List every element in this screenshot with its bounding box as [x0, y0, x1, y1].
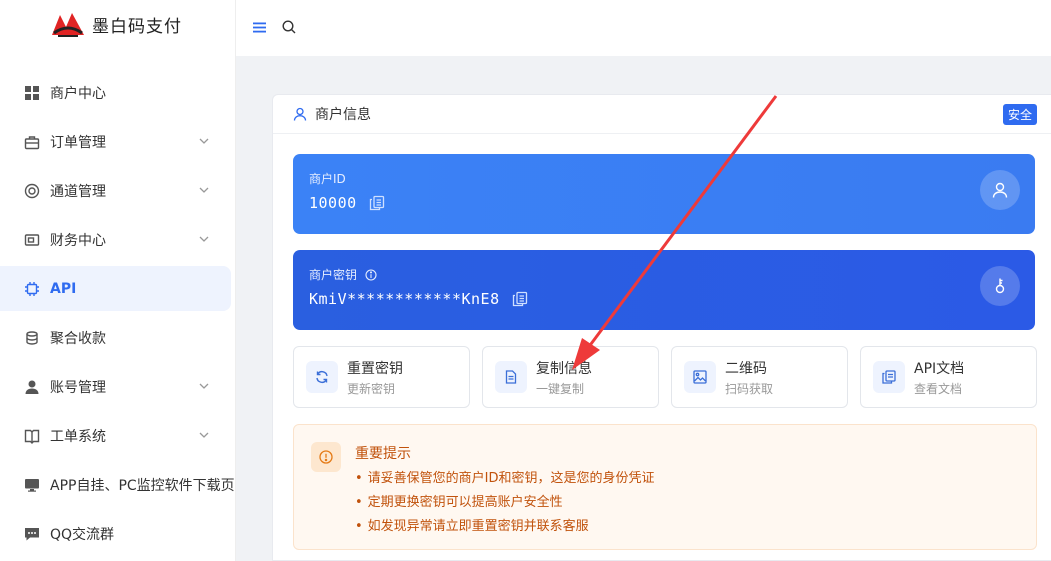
card-header: 商户信息 [273, 95, 1051, 134]
merchant-id-label: 商户ID [309, 170, 346, 187]
search-icon [282, 20, 296, 34]
search-button[interactable] [280, 18, 298, 36]
important-notice: 重要提示 请妥善保管您的商户ID和密钥，这是您的身份凭证 定期更换密钥可以提高账… [293, 424, 1037, 550]
chevron-down-icon [199, 432, 209, 438]
chevron-down-icon [199, 187, 209, 193]
key-icon [995, 278, 1005, 294]
sidebar-item-label: 工单系统 [50, 428, 106, 445]
ring-icon [23, 182, 41, 200]
sidebar-item-finance[interactable]: 财务中心 [0, 217, 236, 262]
chip-icon [23, 280, 41, 298]
merchant-key-label: 商户密钥 [309, 266, 377, 283]
sidebar-menu: 商户中心 订单管理 通道管理 财务中心 API 聚合收款 账号管理 工单系统 A… [0, 70, 236, 560]
sidebar-item-label: API [50, 280, 77, 297]
sidebar-item-label: 商户中心 [50, 85, 106, 102]
sidebar-item-label: 账号管理 [50, 379, 106, 396]
book-icon [23, 427, 41, 445]
card-title: 商户信息 [315, 107, 371, 123]
notice-item: 如发现异常请立即重置密钥并联系客服 [355, 515, 655, 539]
sidebar-item-api[interactable]: API [0, 266, 231, 311]
action-title: 重置密钥 [347, 360, 403, 377]
brand[interactable]: 墨白码支付 [50, 8, 182, 40]
document-icon [495, 361, 527, 393]
api-docs-button[interactable]: API文档 查看文档 [860, 346, 1037, 408]
qr-code-button[interactable]: 二维码 扫码获取 [671, 346, 848, 408]
notice-item: 定期更换密钥可以提高账户安全性 [355, 491, 655, 515]
copy-icon[interactable] [369, 195, 385, 211]
merchant-id-label-text: 商户ID [309, 172, 346, 186]
action-subtitle: 查看文档 [914, 381, 963, 396]
coins-icon [23, 329, 41, 347]
wallet-icon [23, 231, 41, 249]
sidebar-item-label: 财务中心 [50, 232, 106, 249]
brand-logo-icon [52, 13, 84, 37]
chat-icon [23, 525, 41, 543]
sidebar-item-orders[interactable]: 订单管理 [0, 119, 236, 164]
sidebar-item-label: 通道管理 [50, 183, 106, 200]
sidebar-item-tickets[interactable]: 工单系统 [0, 413, 236, 458]
image-icon [684, 361, 716, 393]
security-badge: 安全 [1002, 104, 1037, 125]
docs-icon [873, 361, 905, 393]
sidebar-item-channels[interactable]: 通道管理 [0, 168, 236, 213]
menu-toggle-icon [252, 22, 266, 32]
chevron-down-icon [199, 383, 209, 389]
sidebar-item-label: QQ交流群 [50, 526, 115, 543]
action-title: 二维码 [725, 360, 767, 377]
copy-info-button[interactable]: 复制信息 一键复制 [482, 346, 659, 408]
merchant-id-panel: 商户ID 10000 [293, 154, 1035, 234]
notice-title: 重要提示 [355, 446, 411, 462]
action-title: API文档 [914, 360, 965, 377]
sidebar-item-qq-group[interactable]: QQ交流群 [0, 511, 236, 556]
warning-icon [311, 442, 341, 472]
monitor-icon [23, 476, 41, 494]
sidebar-item-label: 订单管理 [50, 134, 106, 151]
merchant-key-value: KmiV************KnE8 [309, 290, 528, 308]
user-outline-icon [293, 107, 307, 121]
action-title: 复制信息 [536, 360, 592, 377]
copy-icon[interactable] [512, 291, 528, 307]
sidebar-item-account[interactable]: 账号管理 [0, 364, 236, 409]
merchant-key-avatar [980, 266, 1020, 306]
chevron-down-icon [199, 138, 209, 144]
sidebar-item-label: APP自挂、PC监控软件下载页 [50, 477, 235, 494]
merchant-id-text: 10000 [309, 194, 357, 212]
sidebar: 墨白码支付 商户中心 订单管理 通道管理 财务中心 API 聚合收款 账号管理 … [0, 0, 236, 561]
grid-icon [23, 84, 41, 102]
bag-icon [23, 133, 41, 151]
refresh-icon [306, 361, 338, 393]
sidebar-item-aggregate-payment[interactable]: 聚合收款 [0, 315, 236, 360]
action-subtitle: 扫码获取 [725, 381, 774, 396]
merchant-key-panel: 商户密钥 KmiV************KnE8 [293, 250, 1035, 330]
merchant-info-card: 商户信息 安全 商户ID 10000 商户密钥 KmiV************… [272, 94, 1051, 561]
action-subtitle: 一键复制 [536, 381, 585, 396]
merchant-key-text: KmiV************KnE8 [309, 290, 500, 308]
merchant-key-label-text: 商户密钥 [309, 268, 358, 282]
info-icon[interactable] [365, 268, 377, 281]
action-subtitle: 更新密钥 [347, 381, 396, 396]
sidebar-item-app-download[interactable]: APP自挂、PC监控软件下载页 [0, 462, 236, 507]
chevron-down-icon [199, 236, 209, 242]
brand-name: 墨白码支付 [92, 16, 182, 37]
sidebar-item-merchant-center[interactable]: 商户中心 [0, 70, 236, 115]
action-row: 重置密钥 更新密钥 复制信息 一键复制 二维码 扫码获取 API文档 查看文档 [293, 346, 1037, 408]
menu-toggle-button[interactable] [250, 18, 268, 36]
notice-list: 请妥善保管您的商户ID和密钥，这是您的身份凭证 定期更换密钥可以提高账户安全性 … [355, 467, 655, 539]
reset-key-button[interactable]: 重置密钥 更新密钥 [293, 346, 470, 408]
user-outline-icon [992, 182, 1008, 198]
notice-item: 请妥善保管您的商户ID和密钥，这是您的身份凭证 [355, 467, 655, 491]
merchant-id-value: 10000 [309, 194, 385, 212]
user-icon [23, 378, 41, 396]
merchant-id-avatar [980, 170, 1020, 210]
sidebar-item-label: 聚合收款 [50, 330, 106, 347]
top-bar [236, 0, 1051, 56]
